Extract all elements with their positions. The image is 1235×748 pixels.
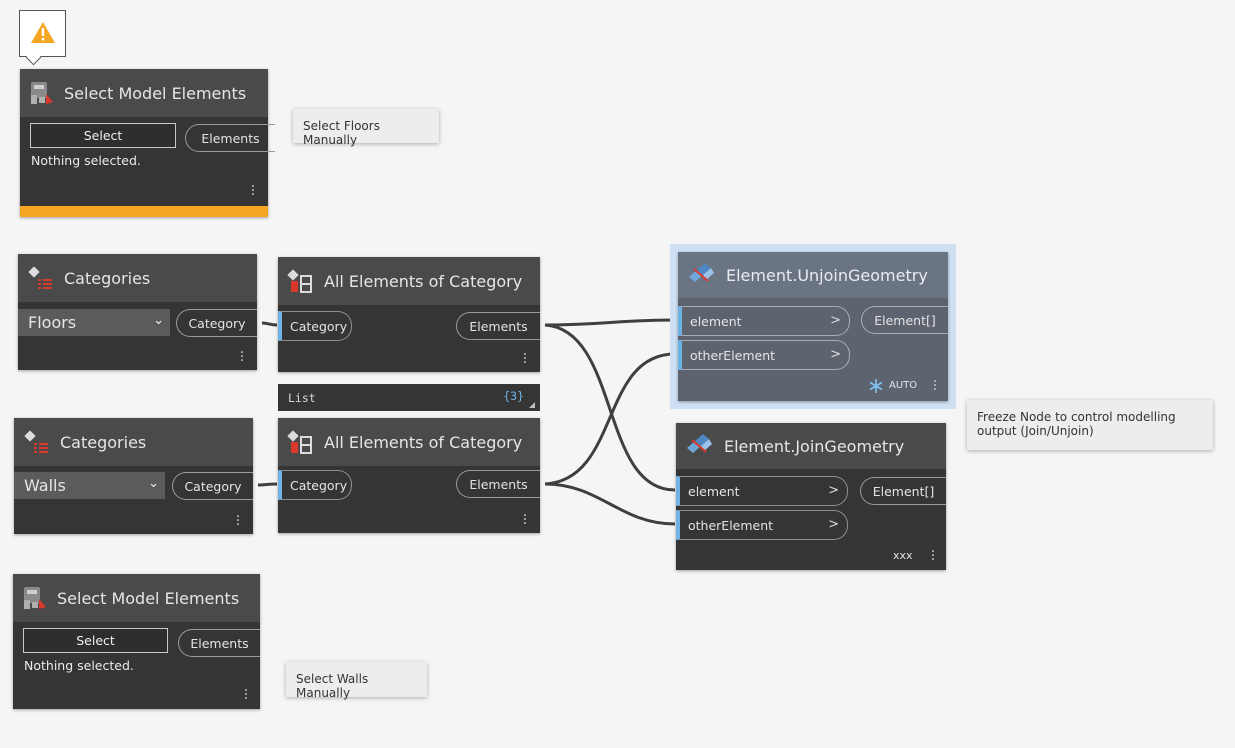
resize-handle-icon[interactable]: [529, 402, 535, 408]
wire-categories-walls-to-aeoc: [257, 482, 278, 487]
wire-floors-to-join-element: [544, 323, 676, 492]
chevron-down-icon: ⌄: [148, 476, 159, 491]
port-label: element: [688, 483, 740, 499]
node-menu-icon[interactable]: · · ·: [235, 510, 241, 532]
preview-list-count: {3}: [503, 389, 524, 403]
selection-status: Nothing selected.: [31, 153, 141, 168]
categories-icon: [24, 430, 48, 453]
node-header[interactable]: Categories: [18, 254, 257, 302]
node-menu-icon[interactable]: · · ·: [243, 684, 249, 706]
node-title: Select Model Elements: [64, 83, 247, 103]
port-label: otherElement: [688, 517, 774, 533]
input-port-element[interactable]: element >: [676, 476, 848, 506]
snowflake-icon: [869, 379, 883, 393]
node-header[interactable]: All Elements of Category: [278, 418, 540, 466]
note-select-floors[interactable]: Select Floors Manually: [293, 109, 439, 147]
port-arrow-icon: >: [830, 313, 841, 328]
categories-icon: [28, 266, 52, 289]
node-header[interactable]: Element.JoinGeometry: [676, 423, 946, 469]
input-port-category[interactable]: Category: [278, 470, 352, 500]
all-elements-icon: [287, 269, 312, 293]
categories-node-walls[interactable]: Categories Walls ⌄ Category · · ·: [14, 418, 253, 534]
node-header[interactable]: All Elements of Category: [278, 257, 540, 305]
port-label: otherElement: [690, 347, 776, 363]
geometry-icon: [687, 434, 712, 453]
port-arrow-icon: >: [828, 483, 839, 498]
category-dropdown[interactable]: Floors ⌄: [18, 309, 170, 336]
category-dropdown[interactable]: Walls ⌄: [14, 472, 165, 499]
port-arrow-icon: >: [828, 517, 839, 532]
select-button[interactable]: Select: [30, 123, 176, 148]
element-join-geometry-node[interactable]: Element.JoinGeometry element > otherElem…: [676, 423, 946, 570]
wire-walls-to-unjoin-otherelement: [544, 352, 676, 486]
geometry-icon: [689, 263, 714, 282]
note-select-walls[interactable]: Select Walls Manually: [286, 662, 427, 700]
node-menu-icon[interactable]: · · ·: [932, 375, 938, 397]
output-port-category[interactable]: Category: [176, 309, 257, 337]
warning-state-bar: [20, 206, 268, 217]
node-header[interactable]: Select Model Elements: [13, 574, 260, 622]
lacing-label: xxx: [893, 549, 913, 562]
warning-icon: [31, 22, 55, 43]
input-port-other-element[interactable]: otherElement >: [678, 340, 850, 370]
node-header[interactable]: Select Model Elements: [20, 69, 268, 117]
dropdown-value: Walls: [24, 476, 66, 495]
node-menu-icon[interactable]: · · ·: [522, 348, 528, 370]
node-header[interactable]: Element.UnjoinGeometry: [678, 252, 948, 298]
node-title: Categories: [64, 268, 151, 288]
select-button[interactable]: Select: [23, 628, 168, 653]
wire-categories-floors-to-aeoc: [261, 321, 278, 327]
node-menu-icon[interactable]: · · ·: [930, 545, 936, 567]
preview-list-label: List: [288, 391, 316, 405]
node-title: All Elements of Category: [324, 432, 523, 452]
output-port-element-list[interactable]: Element[]: [860, 477, 946, 505]
output-port-category[interactable]: Category: [172, 472, 253, 500]
port-arrow-icon: >: [830, 347, 841, 362]
node-title: Element.JoinGeometry: [724, 436, 905, 456]
input-port-element[interactable]: element >: [678, 306, 850, 336]
node-title: Select Model Elements: [57, 588, 240, 608]
preview-bubble[interactable]: List {3}: [278, 384, 540, 411]
input-port-category[interactable]: Category: [278, 311, 352, 341]
select-model-elements-node-floors[interactable]: Select Model Elements Select Elements No…: [20, 69, 275, 217]
output-port-elements[interactable]: Elements: [178, 629, 260, 657]
all-elements-of-category-node-floors[interactable]: All Elements of Category Category Elemen…: [278, 257, 540, 372]
output-port-element-list[interactable]: Element[]: [861, 306, 948, 334]
node-title: All Elements of Category: [324, 271, 523, 291]
output-port-elements[interactable]: Elements: [185, 124, 275, 152]
node-menu-icon[interactable]: · · ·: [250, 180, 256, 202]
output-port-elements[interactable]: Elements: [456, 470, 540, 498]
all-elements-icon: [287, 430, 312, 454]
node-title: Categories: [60, 432, 147, 452]
selection-status: Nothing selected.: [24, 658, 134, 673]
lacing-label: AUTO: [889, 380, 918, 391]
node-header[interactable]: Categories: [14, 418, 253, 466]
chevron-down-icon: ⌄: [153, 313, 164, 328]
dropdown-value: Floors: [28, 313, 77, 332]
select-elements-icon: [31, 82, 53, 104]
all-elements-of-category-node-walls[interactable]: All Elements of Category Category Elemen…: [278, 418, 540, 533]
port-label: element: [690, 313, 742, 329]
select-elements-icon: [24, 587, 46, 609]
select-model-elements-node-walls[interactable]: Select Model Elements Select Elements No…: [13, 574, 260, 709]
element-unjoin-geometry-node[interactable]: Element.UnjoinGeometry element > otherEl…: [678, 252, 948, 401]
node-menu-icon[interactable]: · · ·: [239, 346, 245, 368]
note-freeze-node[interactable]: Freeze Node to control modelling output …: [967, 400, 1213, 450]
wire-floors-to-unjoin-element: [544, 318, 676, 327]
input-port-other-element[interactable]: otherElement >: [676, 510, 848, 540]
warning-bubble[interactable]: [19, 10, 66, 66]
node-title: Element.UnjoinGeometry: [726, 265, 928, 285]
output-port-elements[interactable]: Elements: [456, 312, 540, 340]
wire-walls-to-join-otherelement: [544, 482, 676, 526]
categories-node-floors[interactable]: Categories Floors ⌄ Category · · ·: [18, 254, 257, 370]
node-menu-icon[interactable]: · · ·: [522, 509, 528, 531]
